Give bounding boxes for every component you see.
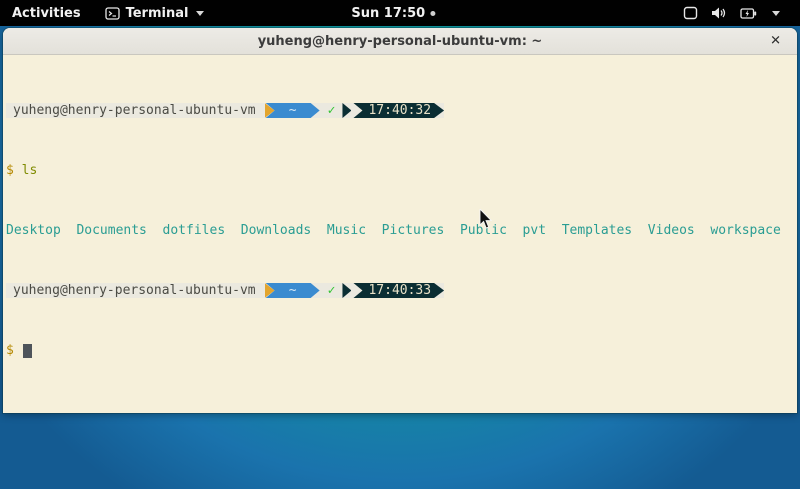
- prompt-line: yuheng@henry-personal-ubuntu-vm ~ ✓ 17:40:3…: [6, 103, 797, 118]
- prompt-time-badge: 17:40:32: [342, 103, 444, 118]
- prompt-time: 17:40:33: [353, 283, 444, 298]
- powerline-prompt: yuheng@henry-personal-ubuntu-vm ~ ✓ 17:40:3…: [6, 283, 444, 298]
- close-icon[interactable]: ✕: [770, 35, 781, 48]
- ls-output: Desktop Documents dotfiles Downloads Mus…: [6, 223, 797, 238]
- app-menu-label: Terminal: [126, 6, 189, 21]
- volume-icon: [711, 6, 727, 20]
- chevron-down-icon: [196, 11, 204, 16]
- powerline-arrow-icon: [342, 103, 351, 118]
- status-check-icon: ✓: [328, 103, 336, 118]
- prompt-line: yuheng@henry-personal-ubuntu-vm ~ ✓ 17:40:3…: [6, 283, 797, 298]
- terminal-content[interactable]: yuheng@henry-personal-ubuntu-vm ~ ✓ 17:40:3…: [3, 55, 797, 412]
- top-bar: Activities Terminal Sun 17:50: [0, 0, 800, 26]
- clock-label: Sun 17:50: [351, 6, 425, 21]
- screen-icon: [683, 6, 698, 20]
- desktop: { "topbar": { "activities_label": "Activ…: [0, 0, 800, 489]
- prompt-symbol: $: [6, 163, 22, 178]
- clock-button[interactable]: Sun 17:50: [351, 0, 435, 26]
- terminal-app-icon: [105, 7, 120, 20]
- notification-dot-icon: [430, 11, 435, 16]
- prompt-user-host: yuheng@henry-personal-ubuntu-vm: [13, 283, 256, 298]
- window-titlebar[interactable]: yuheng@henry-personal-ubuntu-vm: ~ ✕: [3, 28, 797, 55]
- terminal-window: yuheng@henry-personal-ubuntu-vm: ~ ✕ yuh…: [3, 28, 797, 413]
- top-bar-left: Activities Terminal: [0, 0, 216, 26]
- powerline-prompt: yuheng@henry-personal-ubuntu-vm ~ ✓ 17:40:3…: [6, 103, 444, 118]
- prompt-user-host: yuheng@henry-personal-ubuntu-vm: [13, 103, 256, 118]
- prompt-cwd: ~: [289, 103, 297, 118]
- input-line[interactable]: $: [6, 343, 797, 358]
- prompt-cwd: ~: [289, 283, 297, 298]
- activities-button[interactable]: Activities: [0, 0, 93, 26]
- status-check-icon: ✓: [328, 283, 336, 298]
- powerline-arrow-icon: [342, 283, 351, 298]
- app-menu-terminal[interactable]: Terminal: [93, 0, 217, 26]
- system-tray-button[interactable]: [663, 0, 800, 26]
- prompt-time: 17:40:32: [353, 103, 444, 118]
- window-title: yuheng@henry-personal-ubuntu-vm: ~: [258, 34, 543, 49]
- command-line: $ ls: [6, 163, 797, 178]
- chevron-down-icon: [772, 11, 780, 16]
- prompt-symbol: $: [6, 343, 22, 358]
- text-cursor: [23, 344, 32, 358]
- battery-charging-icon: [740, 7, 757, 20]
- command-text: ls: [22, 163, 38, 178]
- prompt-time-badge: 17:40:33: [342, 283, 444, 298]
